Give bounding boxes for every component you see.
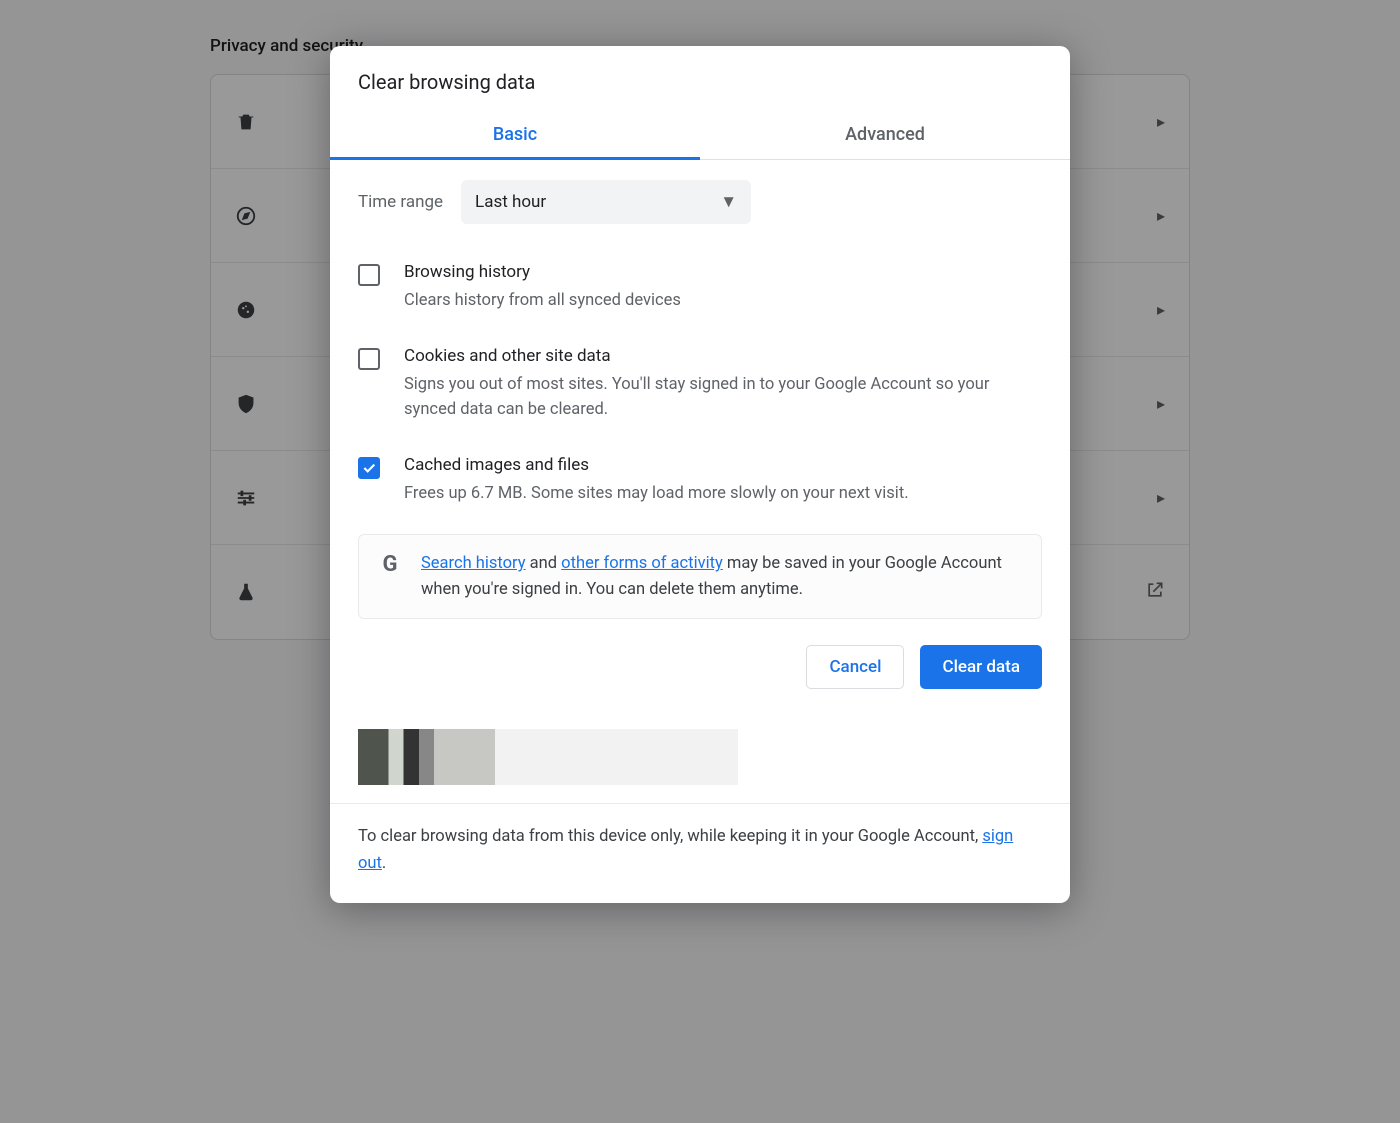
clear-browsing-data-dialog: Clear browsing data Basic Advanced Time … (330, 46, 1070, 903)
option-desc: Clears history from all synced devices (404, 288, 681, 314)
checkbox-browsing-history[interactable] (358, 264, 380, 286)
option-title: Cached images and files (404, 455, 909, 475)
account-info-redacted (358, 729, 738, 785)
option-desc: Frees up 6.7 MB. Some sites may load mor… (404, 481, 909, 507)
tab-advanced[interactable]: Advanced (700, 112, 1070, 159)
option-title: Cookies and other site data (404, 346, 1032, 366)
dialog-title: Clear browsing data (330, 46, 1070, 112)
time-range-value: Last hour (475, 192, 546, 212)
option-cookies[interactable]: Cookies and other site data Signs you ou… (358, 336, 1042, 445)
checkbox-cache[interactable] (358, 457, 380, 479)
modal-overlay: Clear browsing data Basic Advanced Time … (0, 0, 1400, 1123)
cancel-button[interactable]: Cancel (806, 645, 904, 689)
option-browsing-history[interactable]: Browsing history Clears history from all… (358, 252, 1042, 336)
google-icon: G (377, 551, 403, 577)
info-text: Search history and other forms of activi… (421, 551, 1023, 602)
option-title: Browsing history (404, 262, 681, 282)
option-cache[interactable]: Cached images and files Frees up 6.7 MB.… (358, 445, 1042, 529)
google-account-info: G Search history and other forms of acti… (358, 534, 1042, 619)
option-desc: Signs you out of most sites. You'll stay… (404, 372, 1032, 423)
checkbox-cookies[interactable] (358, 348, 380, 370)
dropdown-icon: ▼ (720, 192, 737, 212)
footer-note: To clear browsing data from this device … (330, 824, 1070, 877)
link-other-activity[interactable]: other forms of activity (561, 554, 723, 573)
time-range-label: Time range (358, 192, 443, 212)
signed-in-account (330, 713, 1070, 804)
tab-basic[interactable]: Basic (330, 112, 700, 159)
link-search-history[interactable]: Search history (421, 554, 526, 573)
time-range-select[interactable]: Last hour ▼ (461, 180, 751, 224)
dialog-tabs: Basic Advanced (330, 112, 1070, 160)
clear-data-button[interactable]: Clear data (920, 645, 1042, 689)
